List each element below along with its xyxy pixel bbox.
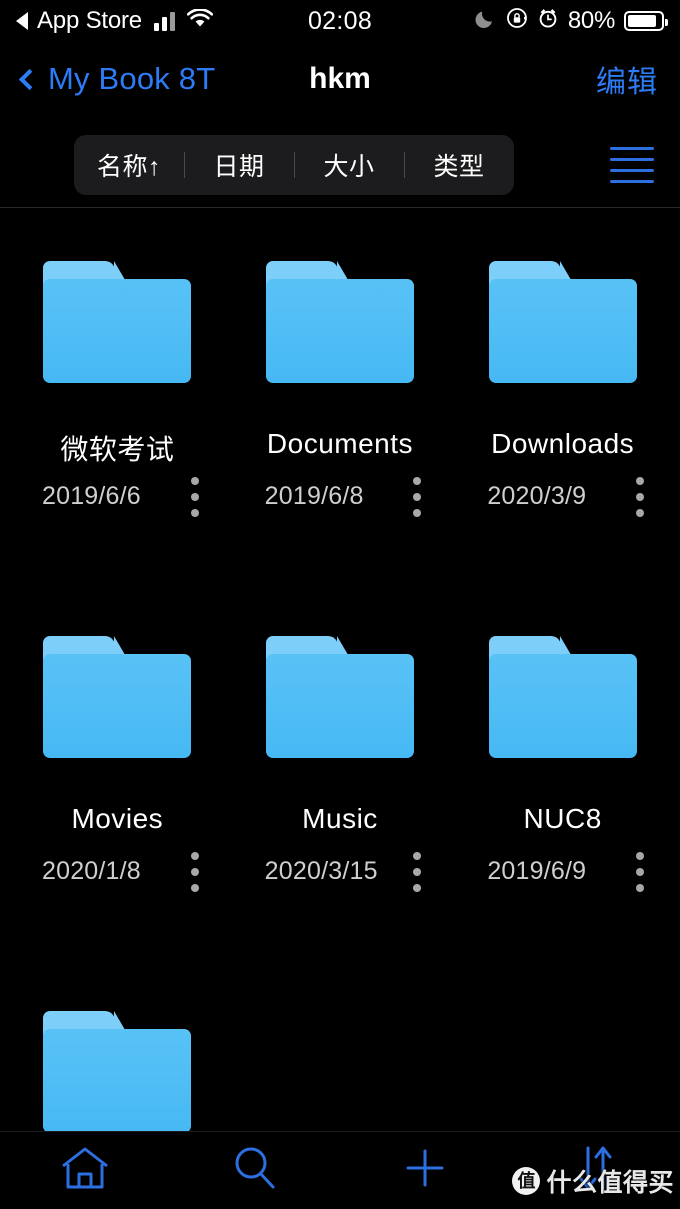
plus-icon xyxy=(401,1144,449,1197)
alarm-clock-icon xyxy=(537,7,559,35)
cellular-signal-icon xyxy=(153,11,175,31)
file-cell[interactable]: NUC8 2019/6/9 xyxy=(451,583,674,958)
file-name: Documents xyxy=(266,428,414,459)
phone-screen: App Store 02:08 80% My Book 8T hkm 编辑 名称… xyxy=(0,0,680,1209)
file-name: Music xyxy=(302,803,378,834)
file-date: 2019/6/9 xyxy=(487,857,587,885)
battery-percent-label: 80% xyxy=(567,7,615,34)
list-view-icon[interactable] xyxy=(610,146,662,183)
file-name: NUC8 xyxy=(523,803,602,834)
sort-bar: 名称↑ 日期 大小 类型 xyxy=(0,122,680,207)
status-back-app-label[interactable]: App Store xyxy=(37,7,142,35)
file-date: 2020/3/15 xyxy=(264,857,378,885)
file-date: 2019/6/6 xyxy=(42,482,141,510)
edit-button[interactable]: 编辑 xyxy=(596,57,658,101)
file-cell[interactable] xyxy=(6,958,229,1134)
back-button[interactable]: My Book 8T xyxy=(18,61,216,97)
file-cell[interactable]: Documents 2019/6/8 xyxy=(229,208,452,583)
battery-icon xyxy=(624,11,668,31)
sort-option-size[interactable]: 大小 xyxy=(294,147,404,183)
file-cell[interactable]: Downloads 2020/3/9 xyxy=(451,208,674,583)
status-bar-right: 80% xyxy=(475,7,668,35)
home-icon xyxy=(58,1144,112,1197)
sort-option-name[interactable]: 名称↑ xyxy=(74,147,184,183)
chevron-left-icon xyxy=(18,68,41,90)
file-cell[interactable]: 微软考试 2019/6/6 xyxy=(6,208,229,583)
folder-icon[interactable] xyxy=(265,261,414,383)
more-vertical-icon[interactable] xyxy=(413,852,422,892)
more-vertical-icon[interactable] xyxy=(636,852,644,892)
back-triangle-icon[interactable] xyxy=(16,12,28,30)
sort-option-type[interactable]: 类型 xyxy=(404,147,514,183)
navigation-bar: My Book 8T hkm 编辑 xyxy=(0,42,680,116)
wifi-icon xyxy=(186,7,214,35)
folder-icon[interactable] xyxy=(43,261,192,383)
add-button[interactable] xyxy=(340,1132,510,1209)
home-button[interactable] xyxy=(0,1132,170,1209)
file-name: Downloads xyxy=(491,428,635,459)
file-cell[interactable]: Movies 2020/1/8 xyxy=(6,583,229,958)
more-vertical-icon[interactable] xyxy=(636,477,644,517)
moon-do-not-disturb-icon xyxy=(475,7,497,35)
status-bar-left[interactable]: App Store xyxy=(16,7,214,35)
more-vertical-icon[interactable] xyxy=(190,477,199,517)
watermark-text: 什么值得买 xyxy=(546,1169,674,1197)
file-grid[interactable]: 微软考试 2019/6/6 Documents 2019/6/8 Downloads 20… xyxy=(0,208,680,1134)
status-bar: App Store 02:08 80% xyxy=(0,0,680,42)
more-vertical-icon[interactable] xyxy=(190,852,199,892)
bottom-toolbar: 值 什么值得买 xyxy=(0,1131,680,1209)
folder-icon[interactable] xyxy=(43,1011,192,1133)
search-icon xyxy=(229,1143,281,1198)
sort-option-date[interactable]: 日期 xyxy=(184,147,294,183)
folder-icon[interactable] xyxy=(43,636,192,758)
file-date: 2019/6/8 xyxy=(264,482,364,510)
folder-icon[interactable] xyxy=(265,636,414,758)
folder-icon[interactable] xyxy=(488,261,637,383)
file-name: Movies xyxy=(71,803,164,834)
folder-icon[interactable] xyxy=(488,636,637,758)
file-cell[interactable]: Music 2020/3/15 xyxy=(229,583,452,958)
file-date: 2020/3/9 xyxy=(487,482,587,510)
rotation-lock-icon xyxy=(506,7,528,35)
search-button[interactable] xyxy=(170,1132,340,1209)
sort-segmented-control[interactable]: 名称↑ 日期 大小 类型 xyxy=(74,134,514,195)
watermark: 值 什么值得买 xyxy=(512,1163,674,1199)
back-button-label: My Book 8T xyxy=(48,61,216,96)
file-name: 微软考试 xyxy=(60,434,175,465)
watermark-logo: 值 xyxy=(512,1167,541,1195)
file-date: 2020/1/8 xyxy=(42,857,141,885)
more-vertical-icon[interactable] xyxy=(413,477,422,517)
